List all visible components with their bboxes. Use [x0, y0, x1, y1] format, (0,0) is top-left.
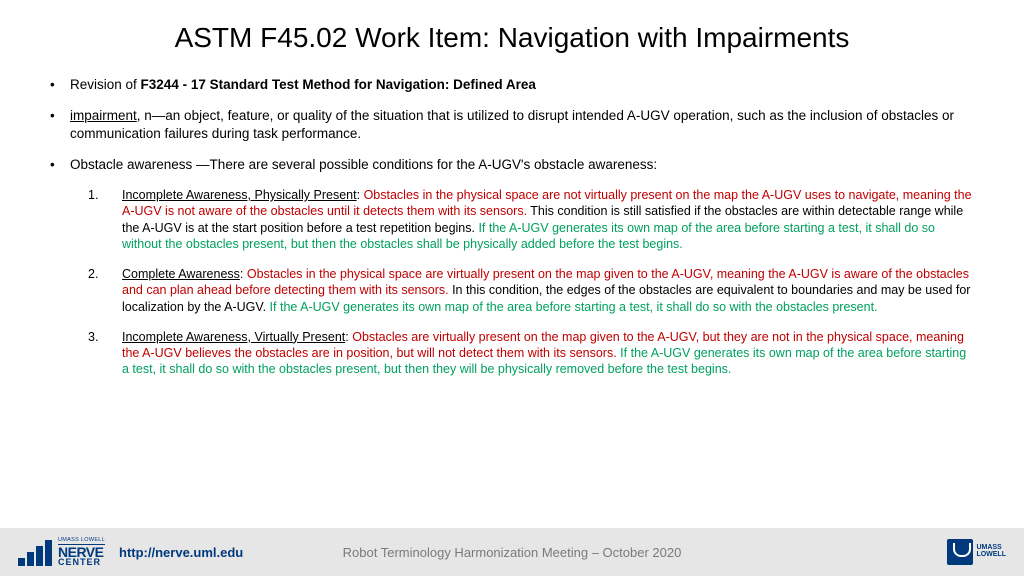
slide-title: ASTM F45.02 Work Item: Navigation with I… — [0, 0, 1024, 62]
bullet-3: • Obstacle awareness —There are several … — [50, 156, 974, 173]
nerve-logo: UMASS LOWELL NERVE CENTER — [18, 538, 105, 567]
bar — [36, 546, 43, 566]
bullet-2: • impairment, n—an object, feature, or q… — [50, 107, 974, 142]
footer-center-text: Robot Terminology Harmonization Meeting … — [343, 545, 682, 560]
bullet-text: Obstacle awareness —There are several po… — [70, 156, 974, 173]
bullet-1: • Revision of F3244 - 17 Standard Test M… — [50, 76, 974, 93]
b1-pre: Revision of — [70, 77, 141, 92]
url-link[interactable]: http://nerve.uml.edu — [119, 545, 243, 560]
num-item-1: 1. Incomplete Awareness, Physically Pres… — [88, 187, 974, 252]
num-item-3: 3. Incomplete Awareness, Virtually Prese… — [88, 329, 974, 378]
bullet-marker: • — [50, 156, 70, 173]
n3-title: Incomplete Awareness, Virtually Present — [122, 330, 345, 344]
num-item-2: 2. Complete Awareness: Obstacles in the … — [88, 266, 974, 315]
b1-bold: F3244 - 17 Standard Test Method for Navi… — [141, 77, 536, 92]
content-area: • Revision of F3244 - 17 Standard Test M… — [0, 62, 1024, 528]
bullet-marker: • — [50, 107, 70, 142]
umass-text: UMASS LOWELL — [976, 545, 1006, 558]
num-text: Incomplete Awareness, Physically Present… — [122, 187, 974, 252]
num-text: Incomplete Awareness, Virtually Present:… — [122, 329, 974, 378]
num-marker: 1. — [88, 187, 122, 252]
num-text: Complete Awareness: Obstacles in the phy… — [122, 266, 974, 315]
b2-rest: , n—an object, feature, or quality of th… — [70, 108, 954, 140]
n2-title: Complete Awareness — [122, 267, 240, 281]
slide: ASTM F45.02 Work Item: Navigation with I… — [0, 0, 1024, 576]
num-marker: 2. — [88, 266, 122, 315]
bar — [45, 540, 52, 566]
bullet-text: impairment, n—an object, feature, or qua… — [70, 107, 974, 142]
nerve-sub: CENTER — [58, 558, 105, 566]
n1-title: Incomplete Awareness, Physically Present — [122, 188, 357, 202]
nerve-text: UMASS LOWELL NERVE CENTER — [58, 538, 105, 567]
bar — [18, 558, 25, 566]
umass-shield-icon — [947, 539, 973, 565]
bullet-text: Revision of F3244 - 17 Standard Test Met… — [70, 76, 974, 93]
footer-bar: UMASS LOWELL NERVE CENTER http://nerve.u… — [0, 528, 1024, 576]
num-marker: 3. — [88, 329, 122, 378]
n2-green: If the A-UGV generates its own map of th… — [270, 300, 878, 314]
umass-logo: UMASS LOWELL — [947, 539, 1006, 565]
numbered-list: 1. Incomplete Awareness, Physically Pres… — [88, 187, 974, 378]
bar — [27, 552, 34, 566]
bullet-marker: • — [50, 76, 70, 93]
umass-l2: LOWELL — [976, 552, 1006, 559]
b2-term: impairment — [70, 108, 137, 123]
logo-bars-icon — [18, 540, 52, 566]
